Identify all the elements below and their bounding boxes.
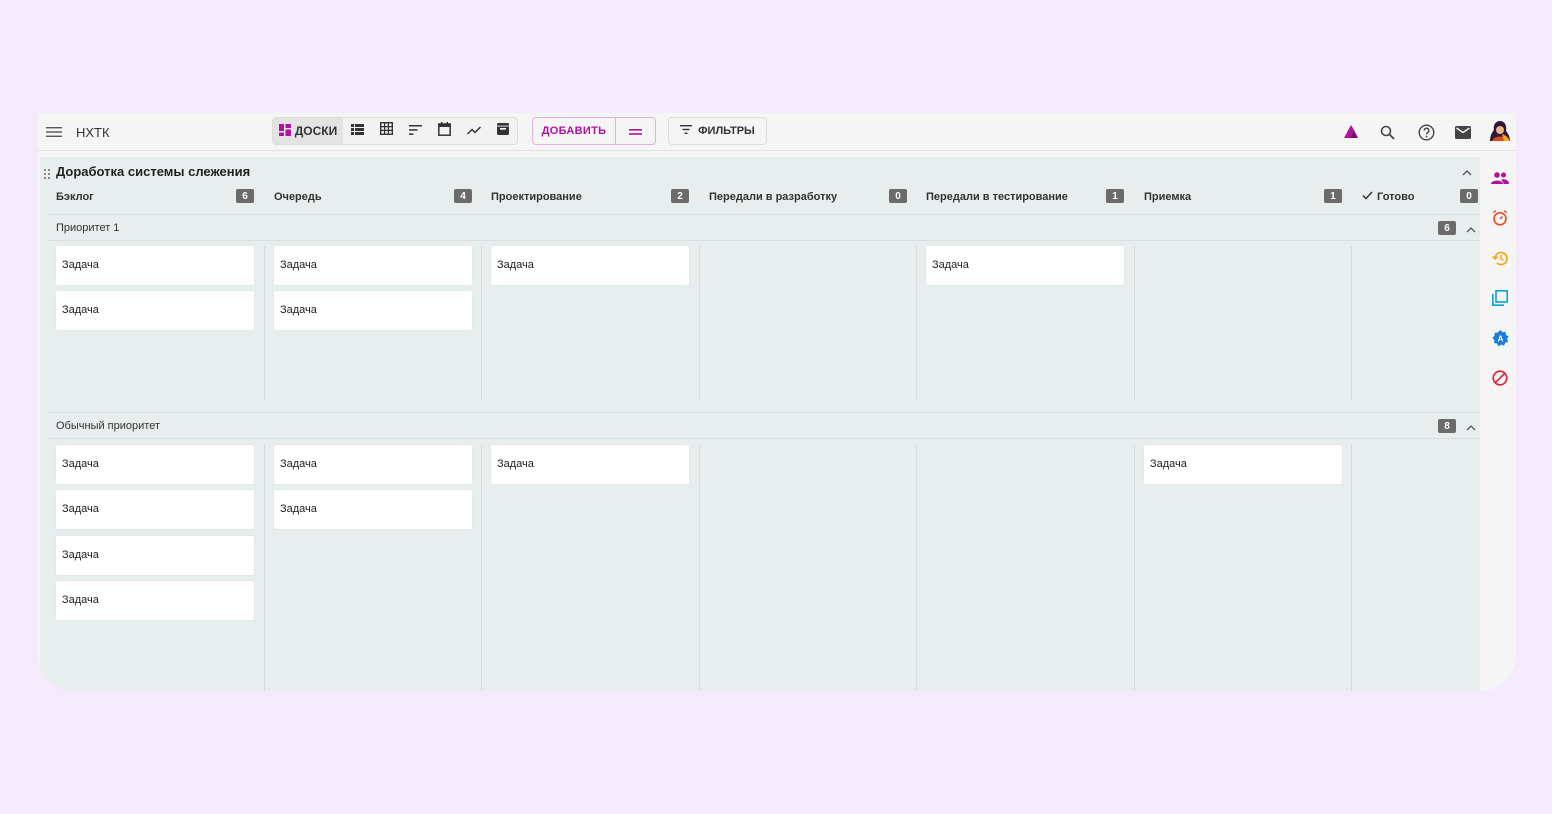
board-title: Доработка системы слежения — [56, 164, 251, 179]
column-header-design[interactable]: Проектирование — [491, 187, 582, 207]
task-card[interactable]: Задача — [56, 490, 254, 529]
app-window: НХТК ДОСКИ ДОБАВИТЬ ФИЛЬТРЫ Доработка си… — [38, 113, 1516, 691]
right-sidebar: A — [1484, 157, 1516, 691]
task-card[interactable]: Задача — [491, 246, 689, 285]
column-header-done-label: Готово — [1377, 191, 1415, 203]
view-switcher: ДОСКИ — [272, 117, 518, 145]
table-icon — [379, 121, 394, 140]
swimlane-count-badge: 8 — [1438, 419, 1456, 433]
hamburger-menu-icon[interactable] — [46, 113, 62, 151]
view-boards-label: ДОСКИ — [294, 124, 338, 138]
column-divider — [916, 445, 917, 691]
task-card[interactable]: Задача — [274, 291, 472, 330]
swimlane-header-priority-1[interactable]: Приоритет 1 6 — [48, 214, 1480, 241]
project-title[interactable]: НХТК — [76, 113, 110, 151]
column-header-queue[interactable]: Очередь — [274, 187, 322, 207]
task-card[interactable]: Задача — [56, 246, 254, 285]
column-header-testing[interactable]: Передали в тестирование — [926, 187, 1068, 207]
filters-label: ФИЛЬТРЫ — [698, 125, 755, 137]
column-divider — [699, 445, 700, 691]
task-card[interactable]: Задача — [56, 445, 254, 484]
view-boards-button[interactable]: ДОСКИ — [273, 118, 343, 144]
column-count-badge: 0 — [889, 189, 907, 203]
boards-icon — [278, 123, 291, 139]
column-count-badge: 0 — [1460, 189, 1478, 203]
column-divider — [1351, 445, 1352, 691]
add-button[interactable]: ДОБАВИТЬ — [533, 118, 616, 144]
column-header-done[interactable]: Готово — [1362, 187, 1414, 207]
task-card[interactable]: Задача — [56, 536, 254, 575]
view-table-button[interactable] — [372, 118, 401, 144]
swimlane-count-badge: 6 — [1438, 221, 1456, 235]
column-divider — [699, 246, 700, 400]
equals-icon — [629, 122, 642, 140]
task-card[interactable]: Задача — [274, 246, 472, 285]
history-icon[interactable] — [1490, 248, 1510, 268]
filters-button[interactable]: ФИЛЬТРЫ — [668, 117, 767, 145]
task-card[interactable]: Задача — [926, 246, 1124, 285]
verified-badge-icon[interactable]: A — [1490, 328, 1510, 348]
team-icon[interactable] — [1490, 168, 1510, 188]
collapse-board-chevron-icon[interactable] — [1462, 163, 1472, 181]
task-card[interactable]: Задача — [56, 291, 254, 330]
task-card[interactable]: Задача — [274, 445, 472, 484]
column-divider — [1134, 445, 1135, 691]
view-calendar-button[interactable] — [430, 118, 459, 144]
trending-chart-icon — [466, 122, 481, 140]
swimlane-header-normal-priority[interactable]: Обычный приоритет 8 — [48, 412, 1480, 439]
column-divider — [916, 246, 917, 400]
column-count-badge: 2 — [671, 189, 689, 203]
block-icon[interactable] — [1490, 368, 1510, 388]
archive-icon — [496, 122, 509, 140]
brand-logo-icon[interactable] — [1340, 121, 1362, 143]
user-avatar[interactable] — [1488, 119, 1512, 143]
column-count-badge: 4 — [454, 189, 472, 203]
column-divider — [481, 246, 482, 400]
column-divider — [1134, 246, 1135, 400]
list-icon — [351, 122, 364, 140]
swimlane-label: Обычный приоритет — [56, 420, 160, 432]
column-divider — [264, 445, 265, 691]
task-card[interactable]: Задача — [491, 445, 689, 484]
checkmark-icon — [1362, 191, 1373, 203]
calendar-icon — [438, 121, 451, 141]
kanban-board: Доработка системы слежения Бэклог 6 Очер… — [40, 157, 1480, 691]
column-count-badge: 1 — [1324, 189, 1342, 203]
view-chart-button[interactable] — [459, 118, 488, 144]
task-card[interactable]: Задача — [56, 581, 254, 620]
mail-icon[interactable] — [1452, 121, 1474, 143]
collapse-swimlane-chevron-icon[interactable] — [1466, 220, 1476, 238]
column-divider — [481, 445, 482, 691]
view-archive-button[interactable] — [488, 118, 517, 144]
top-bar: НХТК ДОСКИ ДОБАВИТЬ ФИЛЬТРЫ — [38, 113, 1516, 151]
swimlane-label: Приоритет 1 — [56, 222, 120, 234]
drag-handle-icon[interactable] — [44, 166, 50, 184]
svg-text:A: A — [1497, 334, 1503, 343]
filter-icon — [680, 125, 693, 137]
collapse-swimlane-chevron-icon[interactable] — [1466, 418, 1476, 436]
column-header-acceptance[interactable]: Приемка — [1144, 187, 1191, 207]
sort-icon — [409, 122, 422, 140]
view-sort-button[interactable] — [401, 118, 430, 144]
column-count-badge: 1 — [1106, 189, 1124, 203]
column-header-dev[interactable]: Передали в разработку — [709, 187, 837, 207]
timer-icon[interactable] — [1490, 208, 1510, 228]
copy-icon[interactable] — [1490, 288, 1510, 308]
task-card[interactable]: Задача — [1144, 445, 1342, 484]
task-card[interactable]: Задача — [274, 490, 472, 529]
view-list-button[interactable] — [343, 118, 372, 144]
add-options-button[interactable] — [616, 118, 655, 144]
column-divider — [264, 246, 265, 400]
column-divider — [1351, 246, 1352, 400]
column-header-backlog[interactable]: Бэклог — [56, 187, 94, 207]
help-icon[interactable] — [1415, 121, 1437, 143]
add-button-group: ДОБАВИТЬ — [532, 117, 656, 145]
column-count-badge: 6 — [236, 189, 254, 203]
search-icon[interactable] — [1376, 121, 1398, 143]
